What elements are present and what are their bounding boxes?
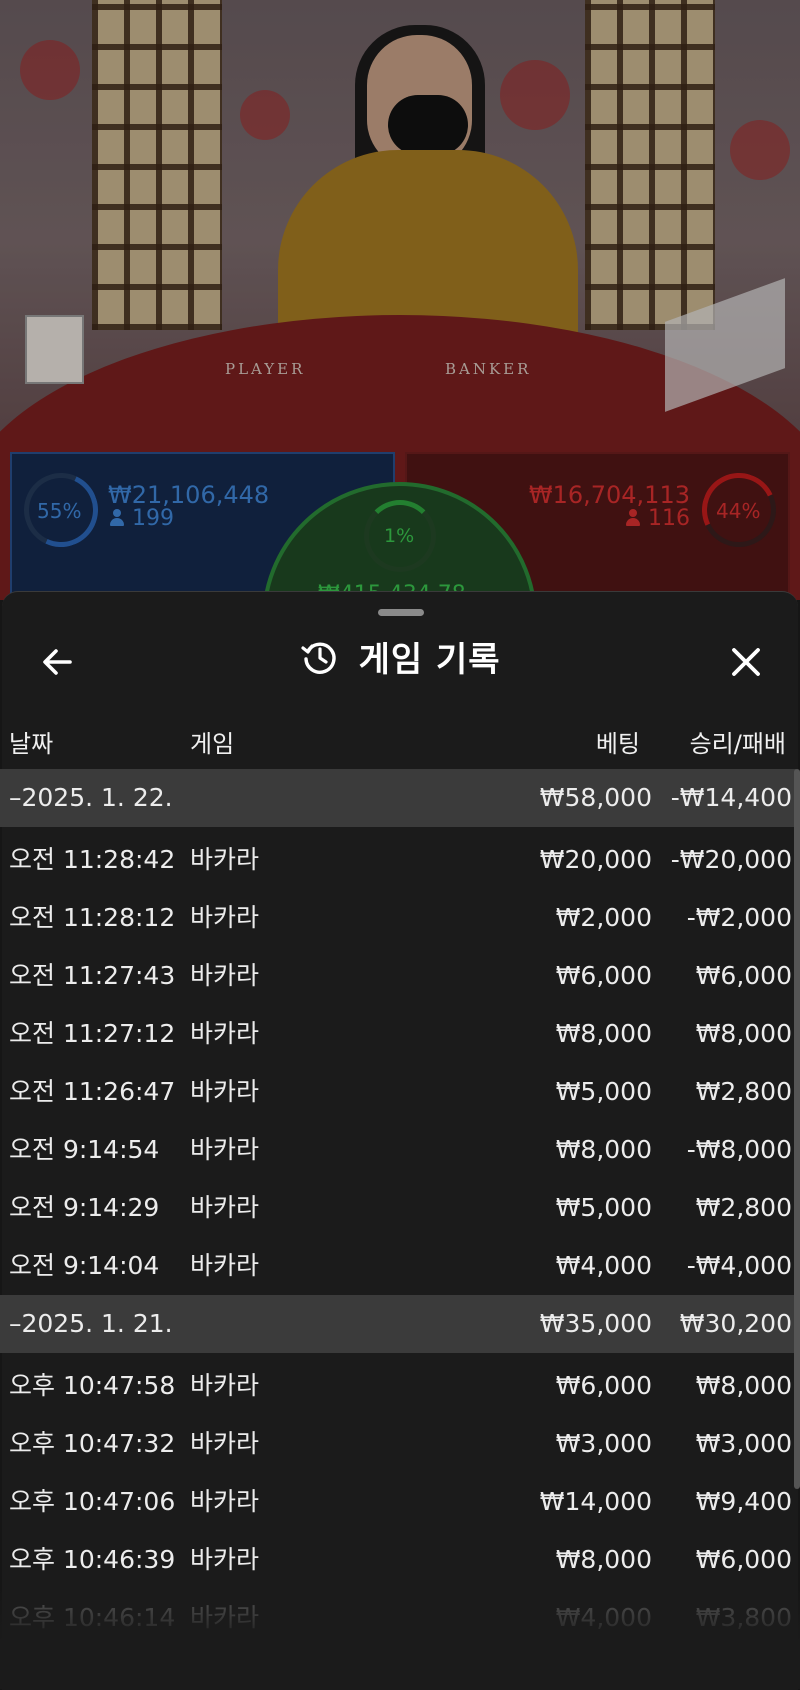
row-game: 바카라 — [190, 1371, 260, 1400]
row-time: 오전 11:26:47 — [9, 1077, 176, 1106]
row-game: 바카라 — [190, 1487, 260, 1516]
row-game: 바카라 — [190, 1251, 260, 1280]
row-game: 바카라 — [190, 1429, 260, 1458]
row-bet: ₩8,000 — [555, 1545, 652, 1574]
date-group-row[interactable]: –2025. 1. 22. ₩58,000 -₩14,400 — [0, 769, 796, 827]
group-result-total: -₩14,400 — [670, 783, 792, 812]
history-row[interactable]: 오전 11:27:12 바카라 ₩8,000 ₩8,000 — [0, 1005, 796, 1063]
row-game: 바카라 — [190, 1135, 260, 1164]
row-bet: ₩20,000 — [539, 845, 652, 874]
history-row[interactable]: 오후 10:47:06 바카라 ₩14,000 ₩9,400 — [0, 1473, 796, 1531]
date-group-row[interactable]: –2025. 1. 21. ₩35,000 ₩30,200 — [0, 1295, 796, 1353]
row-time: 오후 10:46:39 — [9, 1545, 176, 1574]
row-game: 바카라 — [190, 961, 260, 990]
history-row[interactable]: 오전 11:27:43 바카라 ₩6,000 ₩6,000 — [0, 947, 796, 1005]
group-result-total: ₩30,200 — [679, 1309, 792, 1338]
live-video-feed: PLAYER BANKER 55% 44% 1% ₩21,106,448 ₩16… — [0, 0, 800, 600]
row-bet: ₩5,000 — [555, 1193, 652, 1222]
row-game: 바카라 — [190, 1545, 260, 1574]
history-row[interactable]: 오전 9:14:29 바카라 ₩5,000 ₩2,800 — [0, 1179, 796, 1237]
row-time: 오후 10:47:58 — [9, 1371, 176, 1400]
row-time: 오전 11:27:43 — [9, 961, 176, 990]
history-row[interactable]: 오전 11:28:42 바카라 ₩20,000 -₩20,000 — [0, 831, 796, 889]
row-result: ₩9,400 — [695, 1487, 792, 1516]
row-result: -₩4,000 — [686, 1251, 792, 1280]
row-bet: ₩3,000 — [555, 1429, 652, 1458]
row-result: ₩2,800 — [695, 1193, 792, 1222]
row-bet: ₩8,000 — [555, 1135, 652, 1164]
history-table: –2025. 1. 22. ₩58,000 -₩14,400 오전 11:28:42 바… — [0, 769, 796, 1647]
row-time: 오전 11:28:12 — [9, 903, 176, 932]
scrollbar[interactable] — [794, 769, 800, 1489]
row-bet: ₩4,000 — [555, 1251, 652, 1280]
list-fade-overlay — [0, 1585, 800, 1689]
row-game: 바카라 — [190, 1019, 260, 1048]
group-date: –2025. 1. 22. — [9, 783, 173, 812]
row-game: 바카라 — [190, 1193, 260, 1222]
row-bet: ₩14,000 — [539, 1487, 652, 1516]
sheet-header: 게임 기록 — [2, 632, 798, 681]
column-game: 게임 — [190, 730, 235, 758]
history-row[interactable]: 오전 9:14:04 바카라 ₩4,000 -₩4,000 — [0, 1237, 796, 1295]
row-bet: ₩6,000 — [555, 961, 652, 990]
row-time: 오전 9:14:29 — [9, 1193, 160, 1222]
row-time: 오전 9:14:54 — [9, 1135, 160, 1164]
row-game: 바카라 — [190, 903, 260, 932]
group-date: –2025. 1. 21. — [9, 1309, 173, 1338]
column-date: 날짜 — [9, 730, 54, 758]
row-time: 오전 9:14:04 — [9, 1251, 160, 1280]
row-time: 오전 11:28:42 — [9, 845, 176, 874]
group-bet-total: ₩35,000 — [539, 1309, 652, 1338]
row-result: ₩6,000 — [695, 1545, 792, 1574]
row-result: ₩8,000 — [695, 1019, 792, 1048]
row-bet: ₩5,000 — [555, 1077, 652, 1106]
backdrop-dim — [0, 0, 800, 600]
row-time: 오후 10:47:06 — [9, 1487, 176, 1516]
page-title: 게임 기록 — [358, 640, 501, 680]
sheet-drag-handle[interactable] — [378, 609, 424, 616]
column-result: 승리/패배 — [689, 730, 786, 758]
row-result: -₩2,000 — [686, 903, 792, 932]
history-row[interactable]: 오전 11:28:12 바카라 ₩2,000 -₩2,000 — [0, 889, 796, 947]
row-time: 오전 11:27:12 — [9, 1019, 176, 1048]
row-bet: ₩2,000 — [555, 903, 652, 932]
row-result: ₩8,000 — [695, 1371, 792, 1400]
row-result: ₩2,800 — [695, 1077, 792, 1106]
row-time: 오후 10:47:32 — [9, 1429, 176, 1458]
history-row[interactable]: 오전 11:26:47 바카라 ₩5,000 ₩2,800 — [0, 1063, 796, 1121]
close-button[interactable] — [724, 640, 768, 684]
history-row[interactable]: 오후 10:47:58 바카라 ₩6,000 ₩8,000 — [0, 1357, 796, 1415]
row-result: ₩3,000 — [695, 1429, 792, 1458]
row-game: 바카라 — [190, 1077, 260, 1106]
row-result: -₩20,000 — [670, 845, 792, 874]
row-game: 바카라 — [190, 845, 260, 874]
row-result: -₩8,000 — [686, 1135, 792, 1164]
table-header: 날짜 게임 베팅 승리/패배 — [0, 724, 796, 764]
close-icon — [732, 648, 760, 676]
row-bet: ₩8,000 — [555, 1019, 652, 1048]
column-bet: 베팅 — [595, 730, 640, 758]
group-bet-total: ₩58,000 — [539, 783, 652, 812]
history-row[interactable]: 오전 9:14:54 바카라 ₩8,000 -₩8,000 — [0, 1121, 796, 1179]
history-row[interactable]: 오후 10:47:32 바카라 ₩3,000 ₩3,000 — [0, 1415, 796, 1473]
row-result: ₩6,000 — [695, 961, 792, 990]
history-row[interactable]: 오후 10:46:39 바카라 ₩8,000 ₩6,000 — [0, 1531, 796, 1589]
history-icon — [299, 637, 339, 677]
row-bet: ₩6,000 — [555, 1371, 652, 1400]
